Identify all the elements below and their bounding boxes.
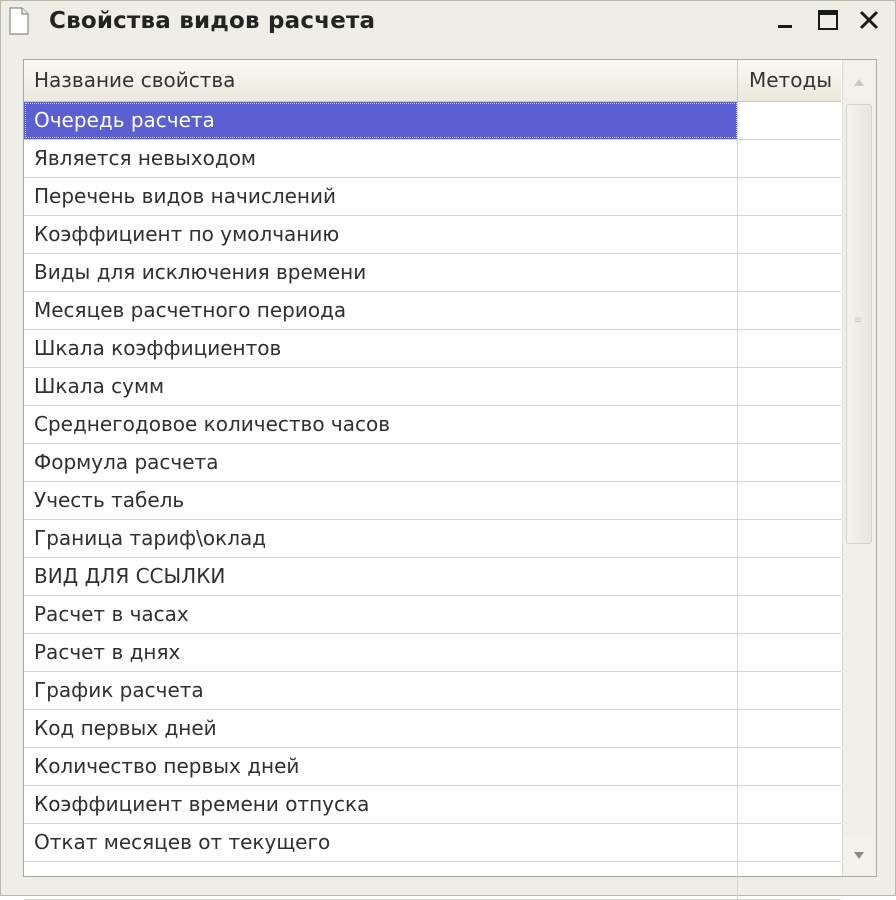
table-row[interactable]: Является невыходом (24, 140, 841, 178)
methods-cell[interactable] (739, 672, 841, 709)
close-button[interactable] (854, 7, 884, 37)
methods-cell[interactable] (739, 786, 841, 823)
property-name-cell[interactable]: Коэффициент по умолчанию (24, 216, 738, 253)
table-row[interactable]: Перечень видов начислений (24, 178, 841, 216)
table-row[interactable]: Формула расчета (24, 444, 841, 482)
table-row[interactable]: Расчет в часах (24, 596, 841, 634)
scroll-down-button[interactable] (845, 836, 873, 874)
methods-cell[interactable] (739, 824, 841, 861)
property-name-cell[interactable]: Перечень видов начислений (24, 178, 738, 215)
methods-cell[interactable] (739, 292, 841, 329)
methods-cell[interactable] (739, 482, 841, 519)
table-row[interactable]: Шкала сумм (24, 368, 841, 406)
property-name-cell[interactable]: Количество первых дней (24, 748, 738, 785)
property-name-cell[interactable]: Шкала сумм (24, 368, 738, 405)
table-row[interactable]: Очередь расчета (24, 102, 841, 140)
property-name-cell[interactable]: Расчет в часах (24, 596, 738, 633)
table-header: Название свойства Методы (24, 60, 841, 102)
methods-cell[interactable] (739, 748, 841, 785)
methods-cell[interactable] (739, 330, 841, 367)
property-name-cell[interactable]: Граница тариф\оклад (24, 520, 738, 557)
property-name-cell[interactable]: Очередь расчета (24, 102, 738, 139)
vertical-scrollbar[interactable]: ≡ (842, 60, 876, 876)
table-row[interactable]: График расчета (24, 672, 841, 710)
close-icon (858, 9, 880, 35)
column-header-methods[interactable]: Методы (739, 60, 841, 101)
methods-cell[interactable] (739, 558, 841, 595)
methods-cell[interactable] (739, 178, 841, 215)
property-name-cell[interactable]: Виды для исключения времени (24, 254, 738, 291)
properties-table: Название свойства Методы Очередь расчета… (23, 59, 877, 900)
table-row[interactable]: Шкала коэффициентов (24, 330, 841, 368)
table-row[interactable]: Откат месяцев от текущего (24, 824, 841, 862)
property-name-cell[interactable]: Месяцев расчетного периода (24, 292, 738, 329)
property-name-cell[interactable]: Шкала коэффициентов (24, 330, 738, 367)
maximize-button[interactable] (813, 7, 843, 37)
scrollbar-thumb[interactable]: ≡ (846, 104, 872, 544)
methods-cell[interactable] (739, 216, 841, 253)
table-row[interactable]: Коэффициент времени отпуска (24, 786, 841, 824)
window-title: Свойства видов расчета (49, 8, 376, 34)
methods-cell[interactable] (739, 368, 841, 405)
methods-cell[interactable] (739, 634, 841, 671)
property-name-cell[interactable]: Расчет в днях (24, 634, 738, 671)
property-name-cell[interactable]: Является невыходом (24, 140, 738, 177)
methods-cell[interactable] (739, 254, 841, 291)
methods-cell[interactable] (739, 444, 841, 481)
properties-window: Свойства видов расчета Название свойства… (0, 0, 896, 900)
methods-cell[interactable] (739, 520, 841, 557)
property-name-cell[interactable]: Учесть табель (24, 482, 738, 519)
minimize-icon (776, 10, 796, 34)
property-name-cell[interactable] (24, 862, 738, 899)
methods-cell[interactable] (739, 406, 841, 443)
property-name-cell[interactable]: Коэффициент времени отпуска (24, 786, 738, 823)
methods-cell[interactable] (739, 710, 841, 747)
methods-cell[interactable] (739, 140, 841, 177)
scroll-up-arrow-icon (853, 72, 865, 91)
methods-cell[interactable] (739, 862, 841, 899)
table-row[interactable]: Коэффициент по умолчанию (24, 216, 841, 254)
methods-cell[interactable] (739, 596, 841, 633)
table-row[interactable] (24, 862, 841, 900)
scroll-down-arrow-icon (853, 846, 865, 865)
table-row[interactable]: Код первых дней (24, 710, 841, 748)
minimize-button[interactable] (771, 7, 801, 37)
title-bar[interactable]: Свойства видов расчета (1, 1, 895, 45)
property-name-cell[interactable]: Среднегодовое количество часов (24, 406, 738, 443)
table-row[interactable]: Среднегодовое количество часов (24, 406, 841, 444)
table-row[interactable]: Расчет в днях (24, 634, 841, 672)
table-row[interactable]: ВИД ДЛЯ ССЫЛКИ (24, 558, 841, 596)
property-name-cell[interactable]: ВИД ДЛЯ ССЫЛКИ (24, 558, 738, 595)
table-row[interactable]: Месяцев расчетного периода (24, 292, 841, 330)
property-name-cell[interactable]: График расчета (24, 672, 738, 709)
grip-icon: ≡ (854, 315, 863, 326)
table-body: Очередь расчета Является невыходом Перечен… (24, 102, 841, 900)
property-name-cell[interactable]: Код первых дней (24, 710, 738, 747)
property-name-cell[interactable]: Формула расчета (24, 444, 738, 481)
column-header-name[interactable]: Название свойства (24, 60, 738, 101)
table-row[interactable]: Виды для исключения времени (24, 254, 841, 292)
table-row[interactable]: Учесть табель (24, 482, 841, 520)
methods-cell[interactable] (739, 102, 841, 139)
maximize-icon (817, 9, 839, 35)
document-icon (9, 7, 29, 35)
table-row[interactable]: Граница тариф\оклад (24, 520, 841, 558)
property-name-cell[interactable]: Откат месяцев от текущего (24, 824, 738, 861)
table-row[interactable]: Количество первых дней (24, 748, 841, 786)
scroll-up-button[interactable] (845, 62, 873, 100)
